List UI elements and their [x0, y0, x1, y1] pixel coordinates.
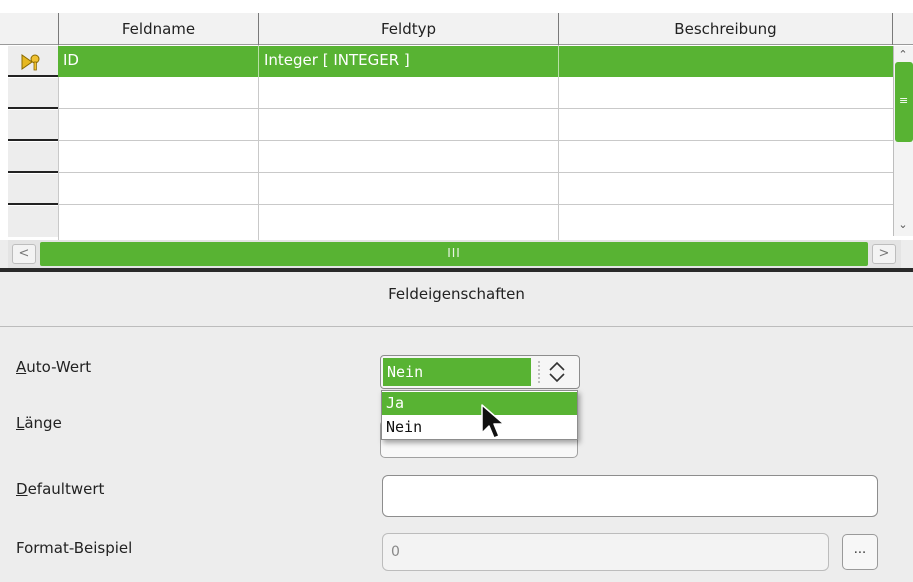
column-header-beschreibung[interactable]: Beschreibung: [559, 13, 893, 45]
column-header-feldname[interactable]: Feldname: [59, 13, 259, 45]
primary-key-icon: [21, 54, 40, 71]
field-properties-title: Feldeigenschaften: [388, 285, 525, 303]
cell-feldname[interactable]: ID: [63, 46, 79, 77]
cell-feldtyp[interactable]: Integer [ INTEGER ]: [264, 46, 410, 77]
column-header-feldtyp[interactable]: Feldtyp: [259, 13, 559, 45]
label-text: efaultwert: [27, 480, 105, 498]
scroll-up-icon[interactable]: ⌃: [895, 48, 911, 61]
format-beispiel-field: 0: [382, 533, 829, 571]
vertical-scroll-thumb[interactable]: ≡: [895, 62, 913, 142]
grip-icon: ≡: [899, 94, 909, 107]
chevron-updown-icon: [538, 361, 565, 383]
defaultwert-label: Defaultwert: [16, 480, 104, 498]
format-beispiel-label: Format-Beispiel: [16, 539, 133, 557]
auto-wert-label: Auto-Wert: [16, 358, 91, 376]
row-handle[interactable]: [8, 110, 58, 141]
grid-line: [258, 46, 259, 77]
pane-divider[interactable]: [0, 268, 913, 272]
label-mnemonic: A: [16, 358, 27, 376]
label-text: änge: [24, 414, 62, 432]
auto-wert-selected-value[interactable]: Nein: [383, 358, 531, 386]
grid-line: [58, 204, 893, 205]
table-row-selected[interactable]: ID Integer [ INTEGER ]: [58, 46, 893, 77]
label-text: uto-Wert: [26, 358, 92, 376]
row-handle[interactable]: [8, 174, 58, 205]
defaultwert-input[interactable]: [382, 475, 878, 517]
grid-line: [58, 140, 893, 141]
format-options-button[interactable]: ...: [842, 534, 878, 570]
grid-line: [58, 108, 893, 109]
laenge-label: Länge: [16, 414, 62, 432]
header-corner: [8, 13, 59, 45]
scroll-right-icon[interactable]: >: [872, 244, 896, 264]
label-mnemonic: D: [16, 480, 28, 498]
row-handle[interactable]: [8, 78, 58, 109]
scroll-left-icon[interactable]: <: [12, 244, 36, 264]
row-handle[interactable]: [8, 206, 58, 237]
grid-line: [558, 46, 559, 77]
spin-updown-icon[interactable]: [537, 358, 577, 386]
grid-line: [58, 172, 893, 173]
row-handle[interactable]: [8, 142, 58, 173]
horizontal-scroll-thumb[interactable]: III: [40, 242, 868, 266]
scroll-down-icon[interactable]: ⌄: [895, 218, 911, 231]
table-header: Feldname Feldtyp Beschreibung: [0, 13, 913, 45]
row-handle[interactable]: [8, 46, 58, 77]
mouse-cursor-icon: [481, 404, 505, 439]
divider: [0, 326, 913, 327]
